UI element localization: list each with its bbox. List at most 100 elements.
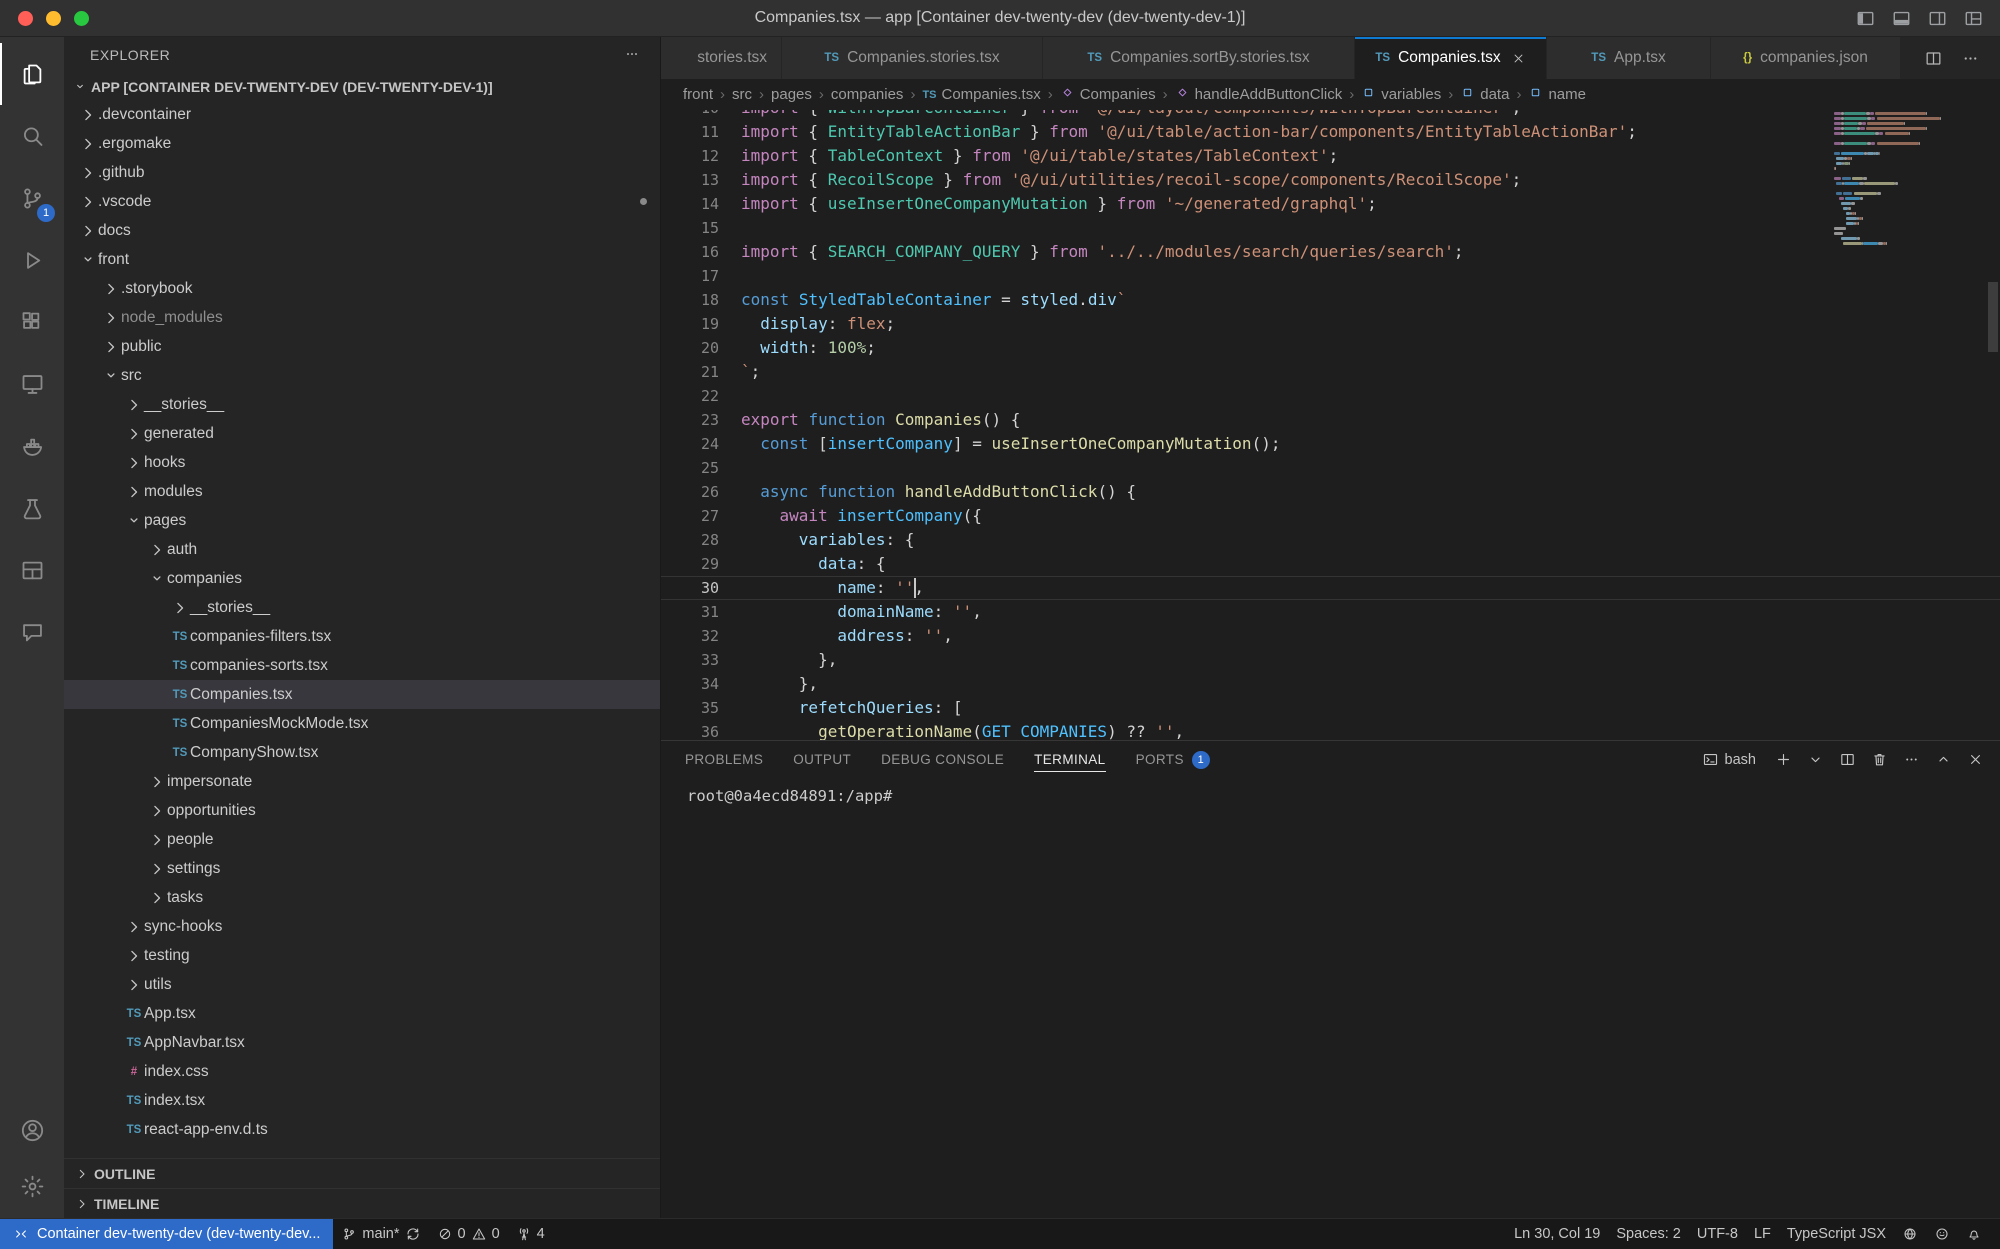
layout-bottom-icon[interactable] xyxy=(1891,8,1912,29)
breadcrumb-companies-tsx[interactable]: TSCompanies.tsx xyxy=(922,86,1040,103)
tree-item-index-tsx[interactable]: TSindex.tsx xyxy=(64,1086,660,1115)
close-button[interactable] xyxy=(18,11,33,26)
code-line-33[interactable]: 33 }, xyxy=(661,648,2000,672)
tree-item-people[interactable]: people xyxy=(64,825,660,854)
close-icon[interactable] xyxy=(1967,751,1984,768)
tree-item-stories[interactable]: __stories__ xyxy=(64,390,660,419)
code-line-21[interactable]: 21`; xyxy=(661,360,2000,384)
code-line-15[interactable]: 15 xyxy=(661,216,2000,240)
line-number[interactable]: 26 xyxy=(661,480,741,504)
line-number[interactable]: 18 xyxy=(661,288,741,312)
code-line-23[interactable]: 23export function Companies() { xyxy=(661,408,2000,432)
chevron-up-icon[interactable] xyxy=(1935,751,1952,768)
status-globe[interactable] xyxy=(1894,1226,1926,1242)
tree-item-pages[interactable]: pages xyxy=(64,506,660,535)
line-number[interactable]: 35 xyxy=(661,696,741,720)
code-line-13[interactable]: 13import { RecoilScope } from '@/ui/util… xyxy=(661,168,2000,192)
sync-icon[interactable] xyxy=(405,1226,421,1242)
line-number[interactable]: 11 xyxy=(661,120,741,144)
line-number[interactable]: 12 xyxy=(661,144,741,168)
tree-item-utils[interactable]: utils xyxy=(64,970,660,999)
tree-item-companies-tsx[interactable]: TSCompanies.tsx xyxy=(64,680,660,709)
line-number[interactable]: 27 xyxy=(661,504,741,528)
line-number[interactable]: 21 xyxy=(661,360,741,384)
code-line-27[interactable]: 27 await insertCompany({ xyxy=(661,504,2000,528)
breadcrumb-name[interactable]: name xyxy=(1528,85,1586,104)
plus-icon[interactable] xyxy=(1775,751,1792,768)
code-line-20[interactable]: 20 width: 100%; xyxy=(661,336,2000,360)
line-number[interactable]: 14 xyxy=(661,192,741,216)
activity-search[interactable] xyxy=(0,105,64,167)
tree-item-appnavbar-tsx[interactable]: TSAppNavbar.tsx xyxy=(64,1028,660,1057)
line-number[interactable]: 13 xyxy=(661,168,741,192)
line-number[interactable]: 36 xyxy=(661,720,741,740)
status-problems[interactable]: 00 xyxy=(429,1219,508,1249)
status-eol[interactable]: LF xyxy=(1746,1226,1779,1242)
status-line-col[interactable]: Ln 30, Col 19 xyxy=(1506,1226,1608,1242)
workspace-section-header[interactable]: APP [CONTAINER DEV-TWENTY-DEV (DEV-TWENT… xyxy=(64,73,660,100)
status-indentation[interactable]: Spaces: 2 xyxy=(1608,1226,1689,1242)
status-encoding[interactable]: UTF-8 xyxy=(1689,1226,1746,1242)
status-ports[interactable]: 4 xyxy=(508,1219,553,1249)
tree-item-index-css[interactable]: #index.css xyxy=(64,1057,660,1086)
tree-item-tasks[interactable]: tasks xyxy=(64,883,660,912)
tree-item-opportunities[interactable]: opportunities xyxy=(64,796,660,825)
code-line-16[interactable]: 16import { SEARCH_COMPANY_QUERY } from '… xyxy=(661,240,2000,264)
line-number[interactable]: 30 xyxy=(661,576,741,600)
tab-companies-sortby-stories-tsx[interactable]: TSCompanies.sortBy.stories.tsx xyxy=(1043,37,1355,79)
tree-item-companiesmockmode-tsx[interactable]: TSCompaniesMockMode.tsx xyxy=(64,709,660,738)
split-editor-icon[interactable] xyxy=(1839,751,1856,768)
tree-item-settings[interactable]: settings xyxy=(64,854,660,883)
breadcrumb-src[interactable]: src xyxy=(732,86,752,103)
tree-item-storybook[interactable]: .storybook xyxy=(64,274,660,303)
more-icon[interactable] xyxy=(1961,49,1980,68)
terminal[interactable]: root@0a4ecd84891:/app# xyxy=(661,778,2000,805)
tree-item-generated[interactable]: generated xyxy=(64,419,660,448)
section-timeline[interactable]: TIMELINE xyxy=(64,1188,660,1218)
activity-settings[interactable] xyxy=(0,1158,64,1214)
activity-explorer[interactable] xyxy=(0,43,64,105)
line-number[interactable]: 16 xyxy=(661,240,741,264)
more-icon[interactable] xyxy=(1903,751,1920,768)
tree-item-hooks[interactable]: hooks xyxy=(64,448,660,477)
code-line-10[interactable]: 10import { WithTopBarContainer } from '@… xyxy=(661,110,2000,120)
line-number[interactable]: 20 xyxy=(661,336,741,360)
tree-item-modules[interactable]: modules xyxy=(64,477,660,506)
line-number[interactable]: 24 xyxy=(661,432,741,456)
minimap[interactable] xyxy=(1834,112,1986,247)
code-line-36[interactable]: 36 getOperationName(GET_COMPANIES) ?? ''… xyxy=(661,720,2000,740)
tree-item-testing[interactable]: testing xyxy=(64,941,660,970)
line-number[interactable]: 34 xyxy=(661,672,741,696)
code-line-12[interactable]: 12import { TableContext } from '@/ui/tab… xyxy=(661,144,2000,168)
tab-companies-stories-tsx[interactable]: TSCompanies.stories.tsx xyxy=(782,37,1043,79)
code-line-32[interactable]: 32 address: '', xyxy=(661,624,2000,648)
activity-docker[interactable] xyxy=(0,415,64,477)
code-line-17[interactable]: 17 xyxy=(661,264,2000,288)
line-number[interactable]: 25 xyxy=(661,456,741,480)
code-line-18[interactable]: 18const StyledTableContainer = styled.di… xyxy=(661,288,2000,312)
status-bell[interactable] xyxy=(1958,1226,1990,1242)
activity-remote-explorer[interactable] xyxy=(0,353,64,415)
close-tab-icon[interactable] xyxy=(1511,51,1526,66)
section-outline[interactable]: OUTLINE xyxy=(64,1158,660,1188)
tree-item-companies-filters-tsx[interactable]: TScompanies-filters.tsx xyxy=(64,622,660,651)
tree-item-sync-hooks[interactable]: sync-hooks xyxy=(64,912,660,941)
tree-item-companies[interactable]: companies xyxy=(64,564,660,593)
tree-item-auth[interactable]: auth xyxy=(64,535,660,564)
status-smiley[interactable] xyxy=(1926,1226,1958,1242)
code-line-29[interactable]: 29 data: { xyxy=(661,552,2000,576)
activity-run-debug[interactable] xyxy=(0,229,64,291)
status-language[interactable]: TypeScript JSX xyxy=(1779,1226,1894,1242)
activity-chat[interactable] xyxy=(0,601,64,663)
zoom-button[interactable] xyxy=(74,11,89,26)
activity-source-control[interactable]: 1 xyxy=(0,167,64,229)
layout-right-icon[interactable] xyxy=(1927,8,1948,29)
tree-item-devcontainer[interactable]: .devcontainer xyxy=(64,100,660,129)
tab-companies-json[interactable]: {}companies.json xyxy=(1711,37,1901,79)
tree-item-src[interactable]: src xyxy=(64,361,660,390)
tree-item-impersonate[interactable]: impersonate xyxy=(64,767,660,796)
tree-item-node-modules[interactable]: node_modules xyxy=(64,303,660,332)
tree-item-companyshow-tsx[interactable]: TSCompanyShow.tsx xyxy=(64,738,660,767)
breadcrumb-companies[interactable]: companies xyxy=(831,86,904,103)
code-line-14[interactable]: 14import { useInsertOneCompanyMutation }… xyxy=(661,192,2000,216)
